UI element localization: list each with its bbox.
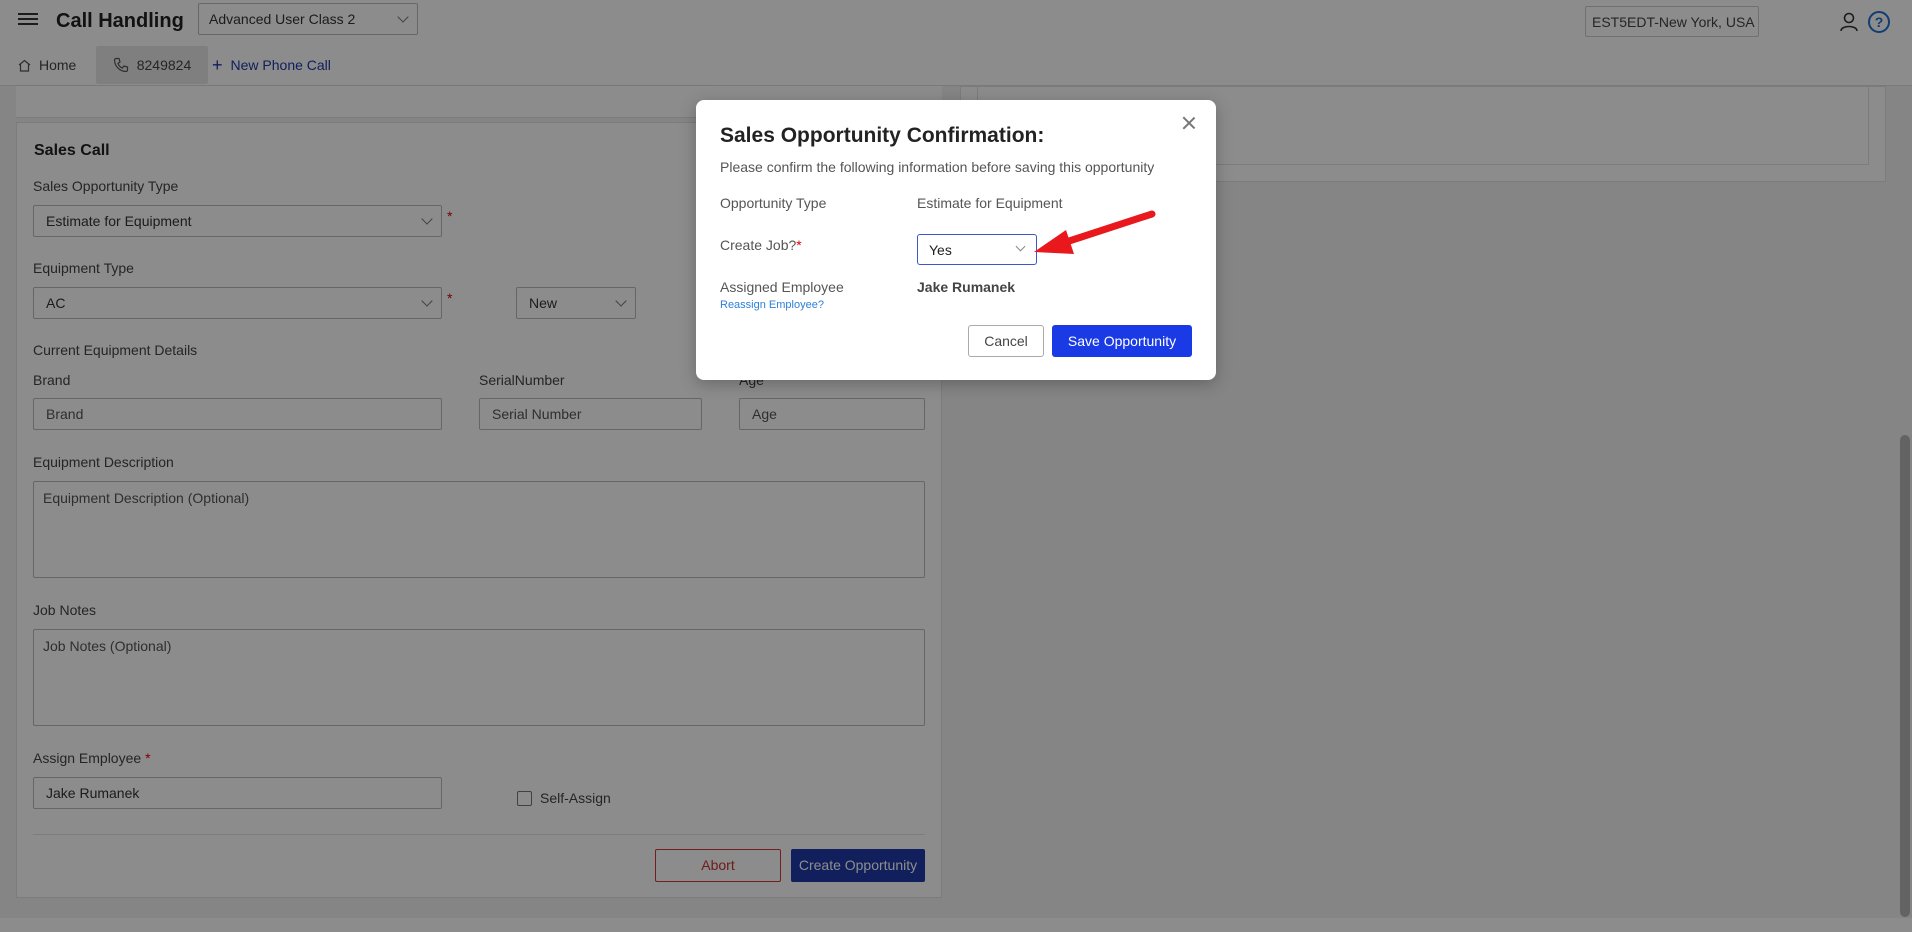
opportunity-type-label: Opportunity Type xyxy=(720,195,827,211)
dialog-subtitle: Please confirm the following information… xyxy=(720,159,1155,175)
required-mark: * xyxy=(796,237,802,253)
create-job-select[interactable]: Yes xyxy=(917,234,1037,265)
annotation-arrow-icon xyxy=(1034,210,1156,254)
cancel-button[interactable]: Cancel xyxy=(968,325,1044,357)
save-opportunity-button[interactable]: Save Opportunity xyxy=(1052,325,1192,357)
create-job-label-text: Create Job? xyxy=(720,237,797,253)
reassign-employee-link[interactable]: Reassign Employee? xyxy=(720,299,824,311)
chevron-down-icon xyxy=(1015,241,1026,252)
create-job-value: Yes xyxy=(929,242,952,258)
close-icon[interactable] xyxy=(1182,116,1196,130)
create-job-label: Create Job?* xyxy=(720,237,802,253)
assigned-employee-value: Jake Rumanek xyxy=(917,279,1016,295)
assigned-employee-label: Assigned Employee xyxy=(720,279,844,295)
dialog-title: Sales Opportunity Confirmation: xyxy=(720,124,1045,147)
